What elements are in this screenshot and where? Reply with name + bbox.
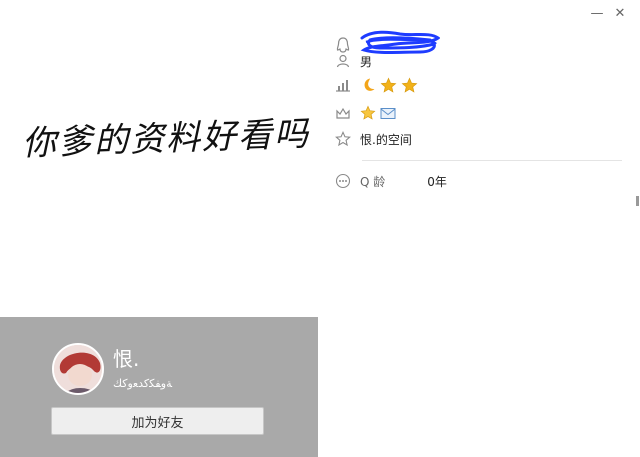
gender-value: 男 <box>360 54 373 69</box>
star-outline-icon <box>334 130 352 148</box>
avatar[interactable] <box>52 343 104 395</box>
scrollbar-thumb[interactable] <box>636 196 639 206</box>
handwriting-text: 你爹的资料好看吗 <box>21 113 311 164</box>
crown-icon <box>334 104 352 122</box>
star-icon <box>380 77 397 94</box>
level-row <box>334 76 422 94</box>
gender-row: 男 <box>334 52 372 70</box>
qage-label: Q 龄 <box>360 174 386 189</box>
space-row[interactable]: 恨.的空间 <box>334 130 412 148</box>
profile-card: 恨. ﺔﻭﻔﻜﻛﺪﻌﻭﻛﻚ 加为好友 <box>0 317 318 457</box>
nickname: 恨. <box>113 347 140 371</box>
close-button[interactable]: ✕ <box>611 4 629 22</box>
qage-value: 0年 <box>427 174 447 189</box>
moon-icon <box>360 77 376 93</box>
handwriting-area: 你爹的资料好看吗 <box>0 0 320 317</box>
mail-icon[interactable] <box>380 107 396 120</box>
star-icon[interactable] <box>360 105 376 121</box>
left-pane: 你爹的资料好看吗 恨. ﺔﻭﻔﻜﻛﺪﻌﻭﻛﻚ 加为好友 <box>0 0 320 457</box>
more-icon <box>334 172 352 190</box>
vip-row <box>334 104 400 122</box>
qage-row: Q 龄 0年 <box>334 172 447 190</box>
space-link[interactable]: 恨.的空间 <box>360 131 412 148</box>
add-friend-button[interactable]: 加为好友 <box>51 407 264 435</box>
minimize-button[interactable]: — <box>588 4 606 22</box>
details-pane: — ✕ 男 恨.的空间 Q 龄 0年 <box>320 0 640 457</box>
signature-text: ﺔﻭﻔﻜﻛﺪﻌﻭﻛﻚ <box>113 377 172 390</box>
star-icon <box>401 77 418 94</box>
level-chart-icon <box>334 76 352 94</box>
person-icon <box>334 52 352 70</box>
divider <box>362 160 622 161</box>
